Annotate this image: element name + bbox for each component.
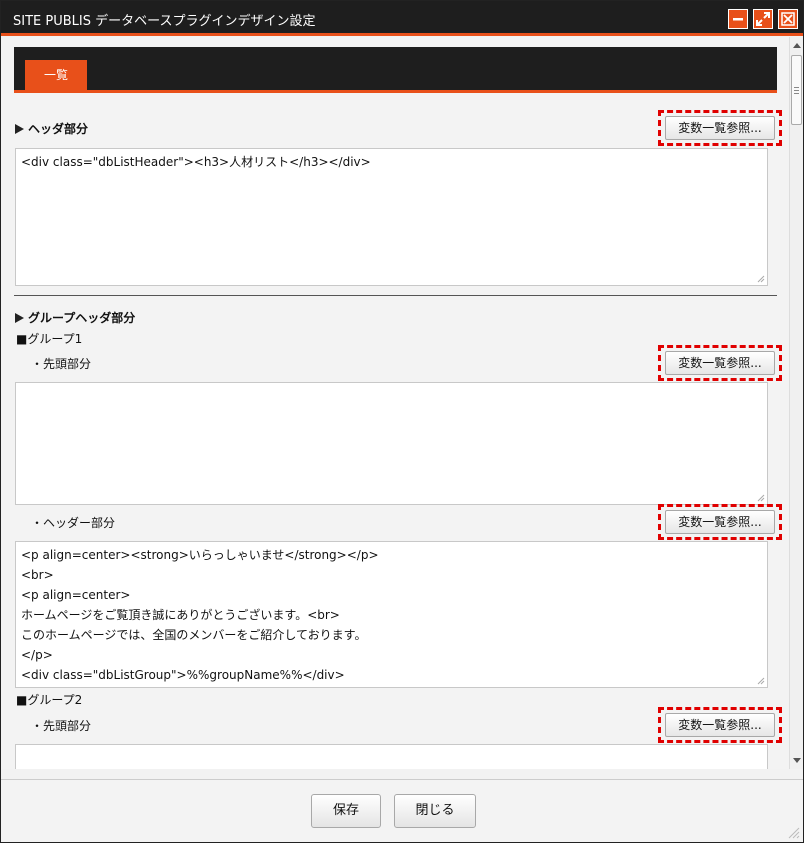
group-2-lead-textarea[interactable] xyxy=(15,744,768,769)
variable-list-button[interactable]: 変数一覧参照... xyxy=(665,510,775,534)
group-2-lead-label: ・先頭部分 xyxy=(31,719,92,733)
group-header-section-title: グループヘッダ部分 xyxy=(15,309,135,326)
minimize-icon xyxy=(733,18,743,21)
minimize-button[interactable] xyxy=(728,9,748,29)
highlight-frame: 変数一覧参照... xyxy=(658,707,782,743)
maximize-button[interactable] xyxy=(753,9,773,29)
group-header-section-label: グループヘッダ部分 xyxy=(28,311,136,325)
tab-bar: 一覧 xyxy=(14,47,777,93)
title-accent-line xyxy=(1,33,803,36)
group-1-header-textarea[interactable]: <p align=center><strong>いらっしゃいませ</strong… xyxy=(15,541,768,688)
scroll-down-icon[interactable] xyxy=(793,758,801,763)
resize-grip-icon[interactable] xyxy=(757,275,765,283)
triangle-icon xyxy=(15,124,24,134)
scroll-content: 一覧 ヘッダ部分 変数一覧参照... <div class="dbListHea… xyxy=(1,37,789,769)
close-dialog-button[interactable]: 閉じる xyxy=(394,794,476,828)
resize-grip-icon[interactable] xyxy=(757,494,765,502)
group-1-title: ■グループ1 xyxy=(16,332,83,346)
group-1-lead-textarea[interactable] xyxy=(15,382,768,505)
highlight-frame: 変数一覧参照... xyxy=(658,345,782,381)
dialog-window: SITE PUBLIS データベースプラグインデザイン設定 一覧 ヘッダ部分 変… xyxy=(0,0,804,843)
vertical-scrollbar[interactable] xyxy=(789,37,803,769)
grip-line xyxy=(794,87,799,88)
save-button[interactable]: 保存 xyxy=(311,794,381,828)
highlight-frame: 変数一覧参照... xyxy=(658,504,782,540)
window-title: SITE PUBLIS データベースプラグインデザイン設定 xyxy=(13,14,316,29)
grip-line xyxy=(794,90,799,91)
close-icon xyxy=(781,12,795,26)
footer-bar: 保存 閉じる xyxy=(1,779,803,842)
section-divider xyxy=(14,295,777,296)
group-1-lead-label: ・先頭部分 xyxy=(31,357,92,371)
tab-list[interactable]: 一覧 xyxy=(25,60,87,92)
header-section-label: ヘッダ部分 xyxy=(28,122,89,136)
variable-list-button[interactable]: 変数一覧参照... xyxy=(665,351,775,375)
tab-accent-line xyxy=(14,90,777,93)
variable-list-button[interactable]: 変数一覧参照... xyxy=(665,116,775,140)
resize-grip-icon[interactable] xyxy=(786,825,800,839)
close-button[interactable] xyxy=(778,9,798,29)
grip-line xyxy=(794,93,799,94)
highlight-frame: 変数一覧参照... xyxy=(658,110,782,146)
scroll-thumb[interactable] xyxy=(791,55,802,125)
header-code-textarea[interactable]: <div class="dbListHeader"><h3>人材リスト</h3>… xyxy=(15,148,768,286)
group-1-header-label: ・ヘッダー部分 xyxy=(31,516,116,530)
resize-grip-icon[interactable] xyxy=(757,677,765,685)
triangle-icon xyxy=(15,313,24,323)
header-section-title: ヘッダ部分 xyxy=(15,120,88,137)
scroll-up-icon[interactable] xyxy=(793,43,801,48)
variable-list-button[interactable]: 変数一覧参照... xyxy=(665,713,775,737)
title-bar: SITE PUBLIS データベースプラグインデザイン設定 xyxy=(1,1,803,36)
group-2-title: ■グループ2 xyxy=(16,693,83,707)
maximize-icon xyxy=(756,12,770,26)
